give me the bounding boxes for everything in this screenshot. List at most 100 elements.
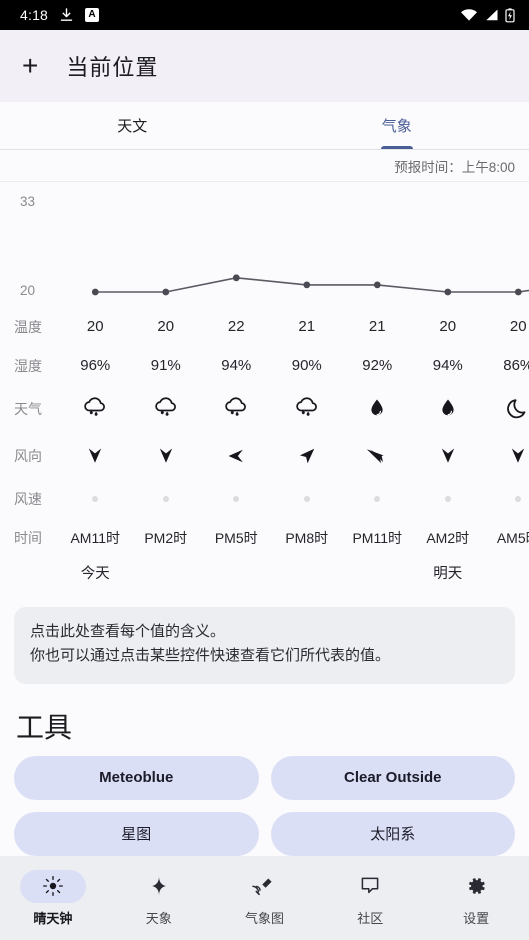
rain-cloud-icon [151, 394, 181, 424]
cell-风向-1[interactable] [131, 441, 202, 471]
star-icon [126, 870, 192, 903]
cell-湿度-0[interactable]: 96% [60, 357, 131, 374]
cell-风向-2[interactable] [201, 441, 272, 471]
cell-温度-0[interactable]: 20 [60, 318, 131, 335]
cell-时间-5[interactable]: AM2时 [413, 528, 484, 548]
cell-温度-6[interactable]: 20 [483, 318, 529, 335]
row-cells: AM11时PM2时PM5时PM8时PM11时AM2时AM5时 [60, 528, 529, 548]
cell-温度-1[interactable]: 20 [131, 318, 202, 335]
row-cells: 96%91%94%90%92%94%86% [60, 357, 529, 374]
cell-温度-2[interactable]: 22 [201, 318, 272, 335]
cell-风向-3[interactable] [272, 441, 343, 471]
status-bar-left: 4:18 A [10, 7, 100, 23]
table-row-温度[interactable]: 温度 20 20 22 21 21 20 20 [0, 307, 529, 346]
raindrop-icon [362, 394, 392, 424]
info-card[interactable]: 点击此处查看每个值的含义。 你也可以通过点击某些控件快速查看它们所代表的值。 [14, 607, 515, 684]
status-bar: 4:18 A [0, 0, 529, 30]
status-bar-clock: 4:18 [20, 7, 49, 23]
wind-speed-dot-icon [162, 495, 169, 502]
arrow-down-icon [433, 441, 463, 471]
chat-icon [337, 870, 403, 903]
nav-label-社区: 社区 [357, 910, 384, 926]
tool-button-meteoblue[interactable]: Meteoblue [14, 755, 259, 800]
nav-item-晴天钟[interactable]: 晴天钟 [0, 869, 106, 927]
cell-风向-0[interactable] [60, 441, 131, 471]
sun-icon [19, 869, 86, 903]
cell-风向-4[interactable] [342, 441, 413, 471]
cell-温度-3[interactable]: 21 [272, 318, 343, 335]
arrow-down-icon [151, 441, 181, 471]
forecast-time-label: 预报时间：上午8:00 [394, 159, 515, 175]
arrow-down-icon [80, 441, 110, 471]
nav-item-设置[interactable]: 设置 [423, 870, 529, 927]
info-card-line-2: 你也可以通过点击某些控件快速查看它们所代表的值。 [30, 647, 391, 665]
arrow-down-icon [503, 441, 529, 471]
cell-时间-3[interactable]: PM8时 [272, 528, 343, 548]
row-label-温度: 温度 [14, 318, 42, 335]
day-label-2 [201, 557, 272, 587]
cell-湿度-1[interactable]: 91% [131, 357, 202, 374]
cell-风速-3[interactable] [272, 495, 343, 502]
cell-时间-1[interactable]: PM2时 [131, 528, 202, 548]
cell-风速-5[interactable] [413, 495, 484, 502]
cell-时间-6[interactable]: AM5时 [483, 528, 529, 548]
cell-时间-4[interactable]: PM11时 [342, 528, 413, 548]
cell-湿度-2[interactable]: 94% [201, 357, 272, 374]
table-row-风速[interactable]: 风速 [0, 479, 529, 518]
cell-风速-1[interactable] [131, 495, 202, 502]
tool-button-太阳系[interactable]: 太阳系 [270, 811, 515, 856]
table-row-风向[interactable]: 风向 [0, 432, 529, 479]
rain-cloud-icon [221, 394, 251, 424]
row-label-湿度: 湿度 [14, 357, 42, 374]
table-row-湿度[interactable]: 湿度96%91%94%90%92%94%86% [0, 346, 529, 385]
cell-天气-4[interactable] [342, 394, 413, 424]
wind-speed-dot-icon [374, 495, 381, 502]
wind-speed-dot-icon [233, 495, 240, 502]
wind-speed-dot-icon [92, 495, 99, 502]
cell-湿度-4[interactable]: 92% [342, 357, 413, 374]
cell-风速-4[interactable] [342, 495, 413, 502]
row-label-时间: 时间 [14, 529, 42, 546]
tab-astronomy[interactable]: 天文 [0, 102, 265, 149]
cell-温度-5[interactable]: 20 [413, 318, 484, 335]
table-row-时间[interactable]: 时间 AM11时PM2时PM5时PM8时PM11时AM2时AM5时 [0, 518, 529, 557]
cell-风速-2[interactable] [201, 495, 272, 502]
cell-天气-6[interactable] [483, 394, 529, 424]
temperature-chart[interactable]: 33 20 [0, 182, 529, 307]
day-label-6 [483, 557, 529, 587]
day-label-5: 明天 [433, 565, 463, 582]
cell-天气-2[interactable] [201, 394, 272, 424]
cell-天气-0[interactable] [60, 394, 131, 424]
nav-item-天象[interactable]: 天象 [106, 870, 212, 927]
forecast-time-row: 预报时间：上午8:00 [0, 150, 529, 182]
cell-天气-1[interactable] [131, 394, 202, 424]
cell-风向-5[interactable] [413, 441, 484, 471]
day-label-0: 今天 [80, 565, 110, 582]
satellite-icon [231, 870, 297, 903]
cell-湿度-3[interactable]: 90% [272, 357, 343, 374]
cell-风速-6[interactable] [483, 495, 529, 502]
cell-风速-0[interactable] [60, 495, 131, 502]
cell-天气-3[interactable] [272, 394, 343, 424]
raindrop-icon [433, 394, 463, 424]
tool-button-星图[interactable]: 星图 [14, 811, 259, 856]
arrow-left-icon [221, 441, 251, 471]
wind-speed-dot-icon [515, 495, 522, 502]
nav-item-社区[interactable]: 社区 [317, 870, 423, 927]
info-card-line-1: 点击此处查看每个值的含义。 [30, 623, 226, 640]
cell-风向-6[interactable] [483, 441, 529, 471]
add-location-button[interactable]: + [22, 52, 38, 80]
cell-湿度-6[interactable]: 86% [483, 357, 529, 374]
cell-湿度-5[interactable]: 94% [413, 357, 484, 374]
tab-meteorology[interactable]: 气象 [265, 102, 529, 149]
arrow-up-right-icon [292, 441, 322, 471]
cell-天气-5[interactable] [413, 394, 484, 424]
table-row-天气[interactable]: 天气 [0, 385, 529, 432]
cell-时间-0[interactable]: AM11时 [60, 528, 131, 548]
a-badge-icon: A [85, 8, 100, 22]
nav-item-气象图[interactable]: 气象图 [212, 870, 318, 927]
cell-时间-2[interactable]: PM5时 [201, 528, 272, 548]
cell-温度-4[interactable]: 21 [342, 318, 413, 335]
tool-button-clear-outside[interactable]: Clear Outside [270, 755, 515, 800]
row-label-风速: 风速 [14, 490, 42, 507]
